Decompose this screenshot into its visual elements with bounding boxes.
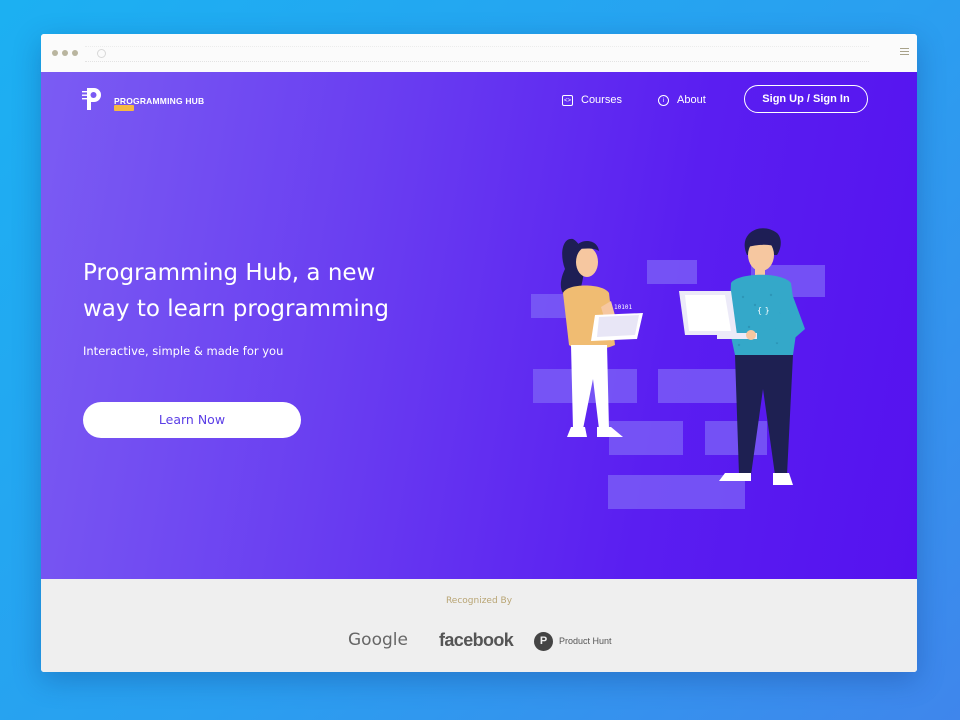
hero-headline-line1: Programming Hub, a new	[83, 260, 376, 286]
hero-subtitle: Interactive, simple & made for you	[83, 344, 284, 358]
browser-chrome	[41, 34, 917, 73]
top-nav: PROGRAMMING HUB <> Courses i About Sign …	[41, 72, 917, 130]
hero-illustration: 10101 { }	[531, 228, 825, 509]
tablet-code-text: 10101	[614, 304, 632, 311]
browser-window: PROGRAMMING HUB <> Courses i About Sign …	[41, 34, 917, 672]
recognized-by-label: Recognized By	[445, 596, 513, 606]
nav-about-label: About	[677, 94, 706, 106]
product-hunt-logo: Product Hunt	[559, 636, 612, 646]
nav-courses-link[interactable]: <> Courses	[562, 92, 622, 108]
info-icon: i	[658, 94, 669, 106]
address-bar[interactable]	[85, 46, 869, 62]
hero-section: PROGRAMMING HUB <> Courses i About Sign …	[41, 72, 917, 579]
logo-p-icon	[82, 88, 101, 110]
signup-signin-button[interactable]: Sign Up / Sign In	[744, 85, 868, 113]
svg-text:{ }: { }	[757, 306, 770, 315]
woman-figure: 10101	[560, 238, 643, 437]
nav-about-link[interactable]: i About	[658, 92, 706, 108]
browser-menu-icon[interactable]	[900, 48, 909, 58]
brand-badge	[114, 105, 134, 111]
google-logo: Google	[348, 630, 408, 650]
window-close-dot[interactable]	[52, 50, 58, 56]
logo[interactable]: PROGRAMMING HUB	[82, 87, 212, 113]
reload-icon[interactable]	[97, 49, 106, 58]
hero-headline-line2: way to learn programming	[83, 296, 389, 322]
learn-now-button[interactable]: Learn Now	[83, 402, 301, 438]
recognized-by-section: Recognized By Google facebook P Product …	[41, 579, 917, 672]
nav-courses-label: Courses	[581, 94, 622, 106]
product-hunt-icon: P	[534, 632, 553, 651]
window-minimize-dot[interactable]	[62, 50, 68, 56]
code-icon: <>	[562, 94, 573, 106]
facebook-logo: facebook	[439, 630, 514, 650]
window-maximize-dot[interactable]	[72, 50, 78, 56]
hero-headline: Programming Hub, a new way to learn prog…	[83, 255, 463, 327]
